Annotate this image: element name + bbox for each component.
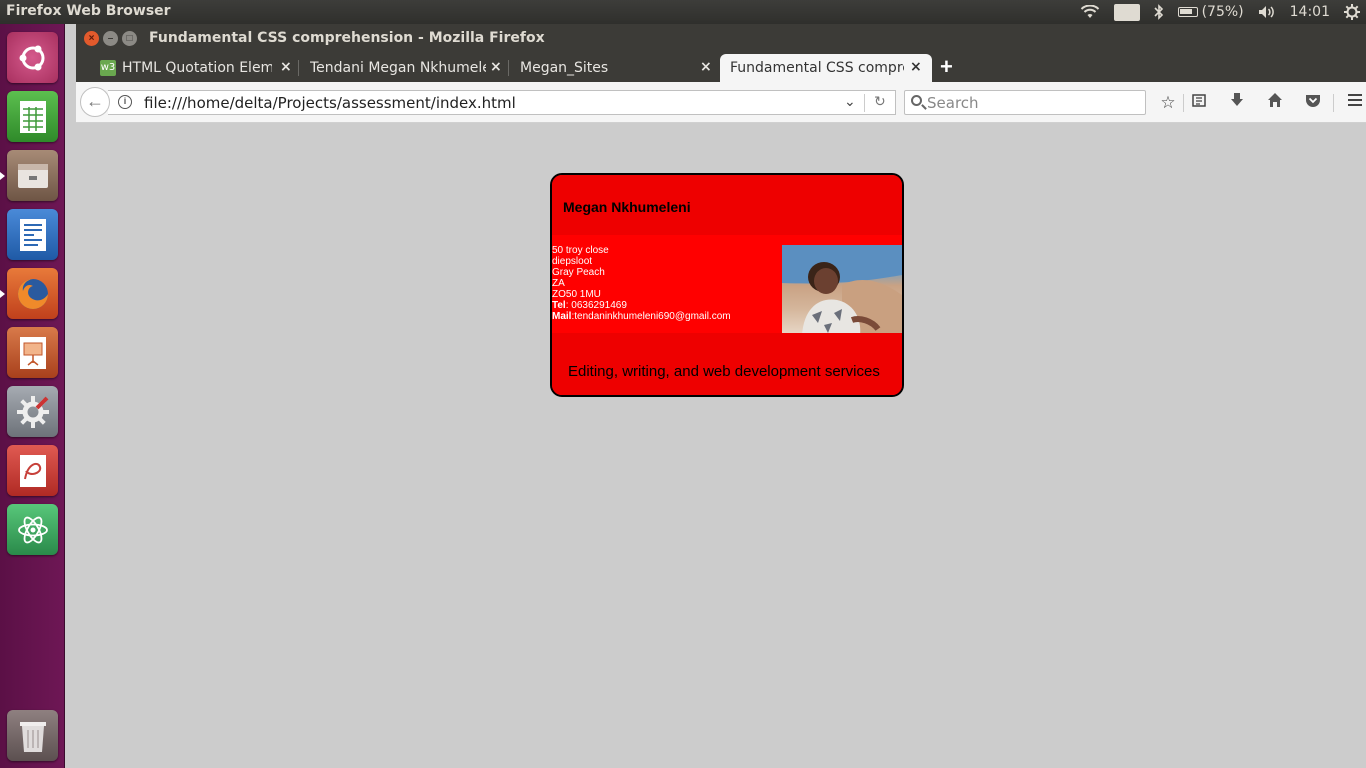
window-close-button[interactable]: ×	[84, 31, 99, 46]
clock[interactable]: 14:01	[1290, 4, 1330, 20]
downloads-icon[interactable]	[1226, 92, 1248, 114]
launcher-running-pip	[0, 290, 5, 298]
search-bar[interactable]	[904, 90, 1146, 115]
files-icon[interactable]	[7, 150, 58, 201]
keyboard-layout-indicator[interactable]: En	[1114, 3, 1140, 21]
site-info-icon[interactable]: i	[118, 95, 132, 109]
pocket-icon[interactable]	[1302, 92, 1324, 114]
window-title: Fundamental CSS comprehension - Mozilla …	[149, 30, 545, 46]
tab-separator	[298, 60, 299, 76]
card-body: 50 troy close diepsloot Gray Peach ZA ZO…	[552, 235, 902, 335]
card-header: Megan Nkhumeleni	[552, 175, 902, 235]
bluetooth-icon[interactable]	[1154, 4, 1164, 20]
search-input[interactable]	[927, 92, 1137, 113]
firefox-icon[interactable]	[7, 268, 58, 319]
tab-close-icon[interactable]: ×	[910, 59, 922, 75]
tab-megan-sites[interactable]: Megan_Sites ×	[520, 54, 714, 82]
tab-label: Tendani Megan Nkhumele	[310, 60, 486, 76]
address-city: Gray Peach	[552, 267, 605, 278]
address-suburb: diepsloot	[552, 256, 593, 267]
mail-label: Mail	[552, 311, 572, 322]
url-separator	[864, 94, 865, 112]
tab-label: Megan_Sites	[520, 60, 609, 76]
system-settings-icon[interactable]	[7, 386, 58, 437]
profile-photo	[782, 245, 902, 335]
bookmark-star-icon[interactable]: ☆	[1157, 92, 1179, 114]
contact-tel: Tel: 0636291469	[552, 300, 731, 311]
card-footer: Editing, writing, and web development se…	[552, 333, 902, 395]
tab-close-icon[interactable]: ×	[280, 59, 292, 75]
power-gear-icon[interactable]	[1344, 4, 1360, 20]
url-text[interactable]: file:///home/delta/Projects/assessment/i…	[144, 94, 516, 112]
document-viewer-icon[interactable]	[7, 445, 58, 496]
tab-tendani-megan[interactable]: Tendani Megan Nkhumele ×	[310, 54, 504, 82]
tab-fundamental-css[interactable]: Fundamental CSS compre ×	[720, 54, 932, 82]
tab-close-icon[interactable]: ×	[490, 59, 502, 75]
wifi-icon[interactable]	[1080, 5, 1100, 19]
tab-label: Fundamental CSS compre	[730, 60, 904, 76]
active-app-name: Firefox Web Browser	[6, 3, 171, 19]
tel-value: : 0636291469	[565, 300, 627, 311]
w3schools-favicon-icon: w3	[100, 60, 116, 76]
trash-icon[interactable]	[7, 710, 58, 761]
toolbar-separator	[1333, 94, 1334, 112]
toolbar-separator	[1183, 94, 1184, 112]
tab-separator	[508, 60, 509, 76]
atom-editor-icon[interactable]	[7, 504, 58, 555]
hamburger-menu-icon[interactable]	[1344, 92, 1366, 114]
tab-bar: w3 HTML Quotation Elem × Tendani Megan N…	[76, 52, 1366, 82]
battery-indicator[interactable]: (75%)	[1177, 4, 1244, 20]
reload-icon[interactable]: ↻	[874, 93, 886, 110]
tel-label: Tel	[552, 300, 566, 311]
unity-launcher	[0, 24, 65, 768]
battery-icon	[1177, 7, 1198, 17]
card-address: 50 troy close diepsloot Gray Peach ZA ZO…	[552, 245, 731, 322]
window-minimize-button[interactable]: –	[103, 31, 118, 46]
url-history-dropdown-icon[interactable]: ⌄	[844, 93, 856, 110]
firefox-window: × – □ Fundamental CSS comprehension - Mo…	[76, 24, 1366, 768]
mail-value: :tendaninkhumeleni690@gmail.com	[571, 311, 731, 322]
volume-icon[interactable]	[1258, 5, 1276, 19]
libreoffice-calc-icon[interactable]	[7, 91, 58, 142]
address-postcode: ZO50 1MU	[552, 289, 601, 300]
tab-close-icon[interactable]: ×	[700, 59, 712, 75]
launcher-running-pip	[0, 172, 5, 180]
url-bar[interactable]: i file:///home/delta/Projects/assessment…	[108, 90, 896, 115]
contact-mail: Mail:tendaninkhumeleni690@gmail.com	[552, 311, 731, 322]
new-tab-button[interactable]: +	[940, 54, 953, 80]
window-titlebar[interactable]: × – □ Fundamental CSS comprehension - Mo…	[76, 24, 1366, 52]
window-maximize-button[interactable]: □	[122, 31, 137, 46]
panel-indicators: En (75%) 14:01	[1080, 0, 1360, 24]
address-street: 50 troy close	[552, 245, 609, 256]
libreoffice-impress-icon[interactable]	[7, 327, 58, 378]
page-viewport: Megan Nkhumeleni 50 troy close diepsloot…	[76, 123, 1366, 768]
top-panel: Firefox Web Browser En (75%) 14:01	[0, 0, 1366, 24]
tab-label: HTML Quotation Elem	[122, 60, 272, 76]
ubuntu-dash-icon[interactable]	[7, 32, 58, 83]
back-button[interactable]: ←	[80, 87, 110, 117]
business-card: Megan Nkhumeleni 50 troy close diepsloot…	[550, 173, 904, 397]
battery-percent: (75%)	[1201, 4, 1244, 20]
address-country: ZA	[552, 278, 565, 289]
card-tagline: Editing, writing, and web development se…	[568, 363, 880, 380]
navigation-toolbar: i file:///home/delta/Projects/assessment…	[76, 82, 1366, 123]
tab-html-quotation[interactable]: w3 HTML Quotation Elem ×	[100, 54, 294, 82]
search-icon	[911, 95, 922, 106]
libreoffice-writer-icon[interactable]	[7, 209, 58, 260]
card-name: Megan Nkhumeleni	[563, 199, 691, 215]
reading-list-icon[interactable]	[1188, 92, 1210, 114]
home-icon[interactable]	[1264, 92, 1286, 114]
